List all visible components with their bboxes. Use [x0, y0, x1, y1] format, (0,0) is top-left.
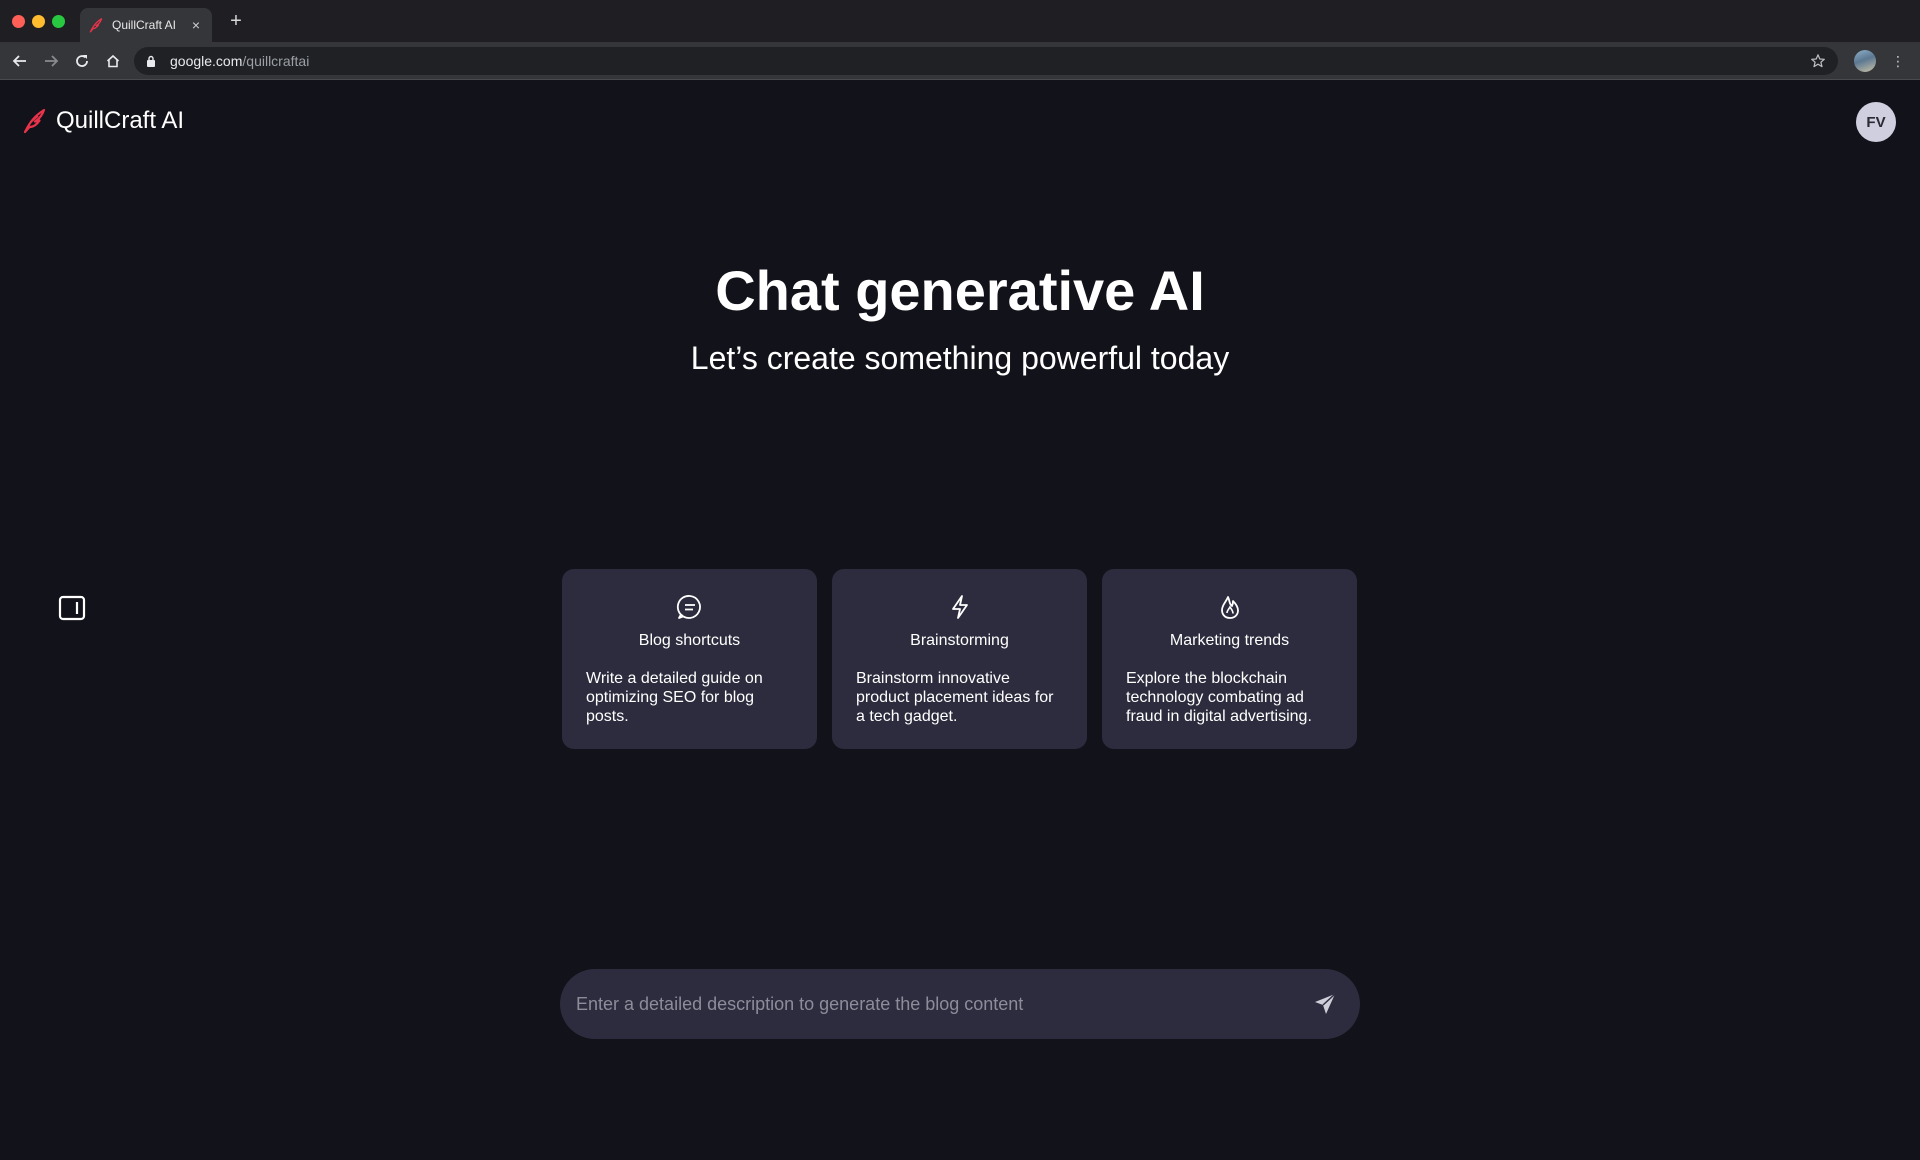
new-tab-button[interactable]: +: [226, 11, 246, 32]
reload-icon[interactable]: [72, 51, 92, 71]
flame-icon: [1216, 593, 1244, 621]
window-close-button[interactable]: [12, 15, 25, 28]
sidebar-toggle-icon[interactable]: [58, 594, 86, 622]
home-icon[interactable]: [103, 51, 123, 71]
window-maximize-button[interactable]: [52, 15, 65, 28]
lightning-icon: [946, 593, 974, 621]
suggestion-card-marketing-trends[interactable]: Marketing trends Explore the blockchain …: [1102, 569, 1357, 749]
bookmark-star-icon[interactable]: [1810, 53, 1826, 69]
back-arrow-icon[interactable]: [10, 51, 30, 71]
prompt-input[interactable]: [576, 993, 1310, 1015]
brand[interactable]: QuillCraft AI: [22, 107, 184, 135]
app-header: QuillCraft AI FV: [0, 80, 1920, 160]
card-description: Explore the blockchain technology combat…: [1126, 670, 1312, 725]
window-minimize-button[interactable]: [32, 15, 45, 28]
send-icon[interactable]: [1310, 989, 1340, 1019]
browser-toolbar: google.com /quillcraftai ⋮: [0, 42, 1920, 80]
card-title: Marketing trends: [1169, 632, 1290, 649]
quill-logo-icon: [22, 108, 48, 134]
card-description: Write a detailed guide on optimizing SEO…: [586, 670, 763, 725]
quill-favicon-icon: [88, 17, 104, 33]
tab-close-icon[interactable]: ×: [188, 17, 204, 33]
chat-input-bar: [560, 969, 1360, 1039]
card-title: Blog shortcuts: [638, 632, 741, 649]
lock-icon: [146, 54, 160, 68]
browser-menu-icon[interactable]: ⋮: [1890, 50, 1906, 72]
tab-title: QuillCraft AI: [112, 18, 177, 32]
browser-profile-avatar[interactable]: [1854, 50, 1876, 72]
suggestion-cards: Blog shortcuts Write a detailed guide on…: [562, 569, 1358, 749]
browser-titlebar: QuillCraft AI × +: [0, 0, 1920, 42]
user-avatar[interactable]: FV: [1856, 102, 1896, 142]
card-title: Brainstorming: [910, 632, 1009, 649]
url-host: google.com: [170, 53, 243, 69]
suggestion-card-blog-shortcuts[interactable]: Blog shortcuts Write a detailed guide on…: [562, 569, 817, 749]
page-title: Chat generative AI: [715, 259, 1205, 322]
chat-bubble-icon: [676, 593, 704, 621]
forward-arrow-icon[interactable]: [41, 51, 61, 71]
address-bar[interactable]: google.com /quillcraftai: [134, 47, 1838, 75]
url-path: /quillcraftai: [242, 53, 310, 69]
page-subtitle: Let’s create something powerful today: [690, 340, 1230, 376]
browser-tab[interactable]: QuillCraft AI ×: [80, 8, 212, 42]
card-description: Brainstorm innovative product placement …: [856, 670, 1054, 725]
suggestion-card-brainstorming[interactable]: Brainstorming Brainstorm innovative prod…: [832, 569, 1087, 749]
brand-name: QuillCraft AI: [56, 107, 185, 134]
